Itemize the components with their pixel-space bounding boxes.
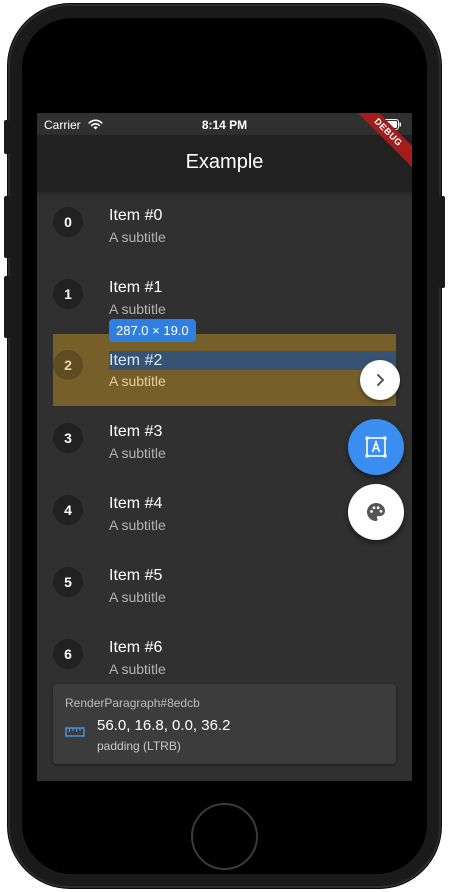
inspector-highlight[interactable] [53, 334, 396, 406]
list-item[interactable]: 0 Item #0 A subtitle [37, 191, 412, 263]
item-subtitle: A subtitle [109, 661, 166, 677]
chevron-right-icon [377, 374, 384, 386]
app-bar: Example [37, 135, 412, 191]
select-widget-button[interactable] [348, 419, 404, 475]
padding-value: 56.0, 16.8, 0.0, 36.2 [97, 717, 231, 734]
item-subtitle: A subtitle [109, 445, 166, 461]
item-title: Item #4 [109, 495, 163, 512]
item-subtitle: A subtitle [109, 301, 166, 317]
item-avatar: 3 [53, 423, 83, 453]
padding-label: padding (LTRB) [97, 739, 181, 753]
select-widget-icon [365, 436, 387, 458]
item-subtitle: A subtitle [109, 517, 166, 533]
ruler-icon [65, 727, 85, 737]
item-title: Item #3 [109, 423, 163, 440]
volume-down-button [4, 276, 10, 338]
item-title: Item #1 [109, 279, 163, 296]
item-avatar: 4 [53, 495, 83, 525]
status-bar: Carrier 8:14 PM [37, 113, 412, 135]
page-title: Example [185, 151, 264, 173]
screen: Carrier 8:14 PM Example DEBUG 0 Item #0 … [37, 113, 412, 781]
list-item[interactable]: 1 Item #1 A subtitle [37, 263, 412, 335]
item-title: Item #5 [109, 567, 163, 584]
mute-switch [4, 120, 10, 154]
item-subtitle: A subtitle [109, 373, 166, 389]
render-object-name: RenderParagraph#8edcb [65, 696, 200, 710]
clock: 8:14 PM [201, 118, 248, 132]
volume-up-button [4, 196, 10, 258]
item-subtitle: A subtitle [109, 589, 166, 605]
palette-button[interactable] [348, 484, 404, 540]
inspector-next-button[interactable] [360, 360, 400, 400]
item-avatar: 2 [53, 350, 83, 380]
item-subtitle: A subtitle [109, 229, 166, 245]
item-title: Item #0 [109, 207, 163, 224]
inspector-panel: RenderParagraph#8edcb 56.0, 16.8, 0.0, 3… [53, 684, 396, 764]
item-avatar: 1 [53, 279, 83, 309]
item-avatar: 5 [53, 567, 83, 597]
home-button[interactable] [191, 803, 258, 870]
power-button [439, 196, 445, 288]
item-title: Item #2 [109, 352, 163, 369]
size-tooltip: 287.0 × 19.0 [109, 319, 196, 342]
item-avatar: 0 [53, 207, 83, 237]
palette-icon [367, 503, 385, 521]
item-title: Item #6 [109, 639, 163, 656]
item-avatar: 6 [53, 639, 83, 669]
list-item[interactable]: 5 Item #5 A subtitle [37, 551, 412, 623]
